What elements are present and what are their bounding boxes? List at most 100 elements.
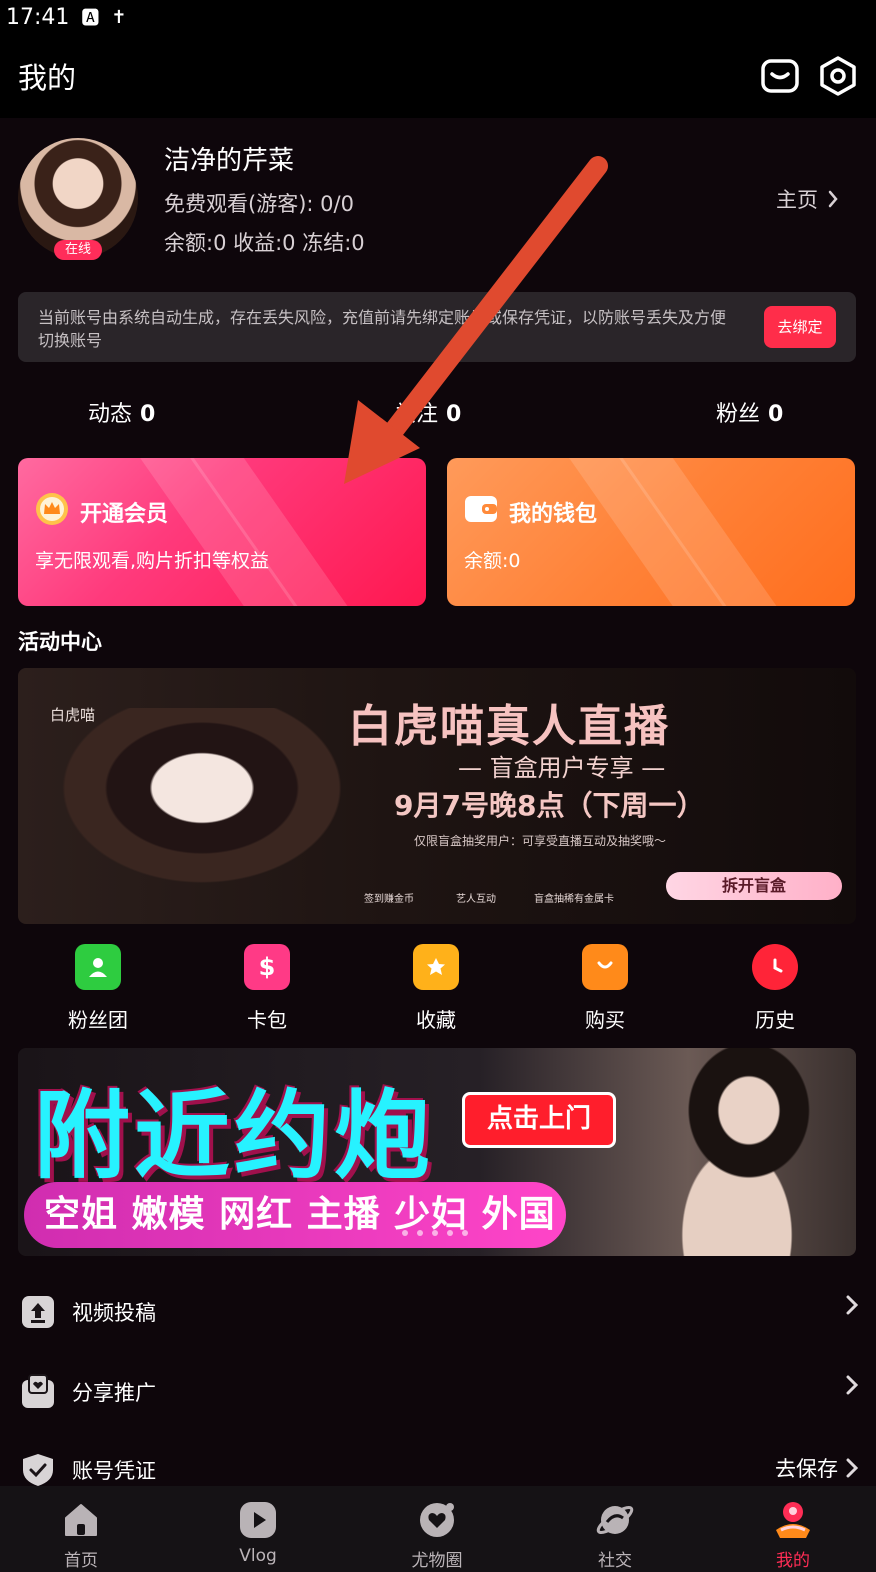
free-watch-count: 免费观看(游客): 0/0 bbox=[164, 192, 354, 216]
wallet-balance: 余额:0 bbox=[464, 550, 521, 572]
ad-tag-bar: 空姐 嫩模 网红 主播 少妇 外国 bbox=[24, 1182, 566, 1248]
tab-home[interactable]: 首页 bbox=[21, 1486, 141, 1571]
vip-title: 开通会员 bbox=[80, 502, 169, 527]
live-stream-banner[interactable]: 白虎喵 白虎喵真人直播 — 盲盒用户专享 — 9月7号晚8点（下周一） 仅限盲盒… bbox=[18, 668, 856, 924]
carousel-dot[interactable] bbox=[462, 1230, 468, 1236]
tab-label: Vlog bbox=[239, 1546, 277, 1566]
stat-label: 关注 bbox=[394, 402, 439, 427]
balance-summary: 余额:0 收益:0 冻结:0 bbox=[164, 231, 365, 255]
carousel-dot[interactable] bbox=[402, 1230, 408, 1236]
banner-feature: 盲盒抽稀有金属卡 bbox=[534, 894, 614, 905]
tab-label: 尤物圈 bbox=[411, 1551, 463, 1571]
tab-label: 首页 bbox=[64, 1551, 98, 1571]
menu-share-promo[interactable]: 分享推广 bbox=[0, 1358, 876, 1428]
tab-vlog[interactable]: Vlog bbox=[198, 1486, 318, 1566]
quick-label: 购买 bbox=[585, 1008, 625, 1032]
homepage-link[interactable]: 主页 bbox=[776, 184, 838, 214]
accessibility-icon: ✝ bbox=[111, 6, 127, 28]
vlog-play-icon bbox=[240, 1502, 276, 1538]
banner-feature: 艺人互动 bbox=[456, 894, 496, 905]
card-pack-icon: $ bbox=[244, 944, 290, 990]
tab-label: 社交 bbox=[598, 1551, 632, 1571]
account-notice: 当前账号由系统自动生成，存在丢失风险，充值前请先绑定账号或保存凭证，以防账号丢失… bbox=[18, 292, 856, 362]
quick-favorites[interactable]: 收藏 bbox=[381, 944, 491, 1033]
menu-chevron bbox=[846, 1295, 858, 1315]
stat-value: 0 bbox=[140, 402, 156, 427]
stat-fans[interactable]: 粉丝 0 bbox=[716, 396, 783, 428]
profile-section: 在线 洁净的芹菜 免费观看(游客): 0/0 余额:0 收益:0 冻结:0 主页 bbox=[18, 138, 858, 260]
username: 洁净的芹菜 bbox=[164, 146, 295, 176]
keyboard-a-icon: 🅰 bbox=[81, 8, 100, 29]
quick-history[interactable]: 历史 bbox=[720, 944, 830, 1033]
tab-community[interactable]: 尤物圈 bbox=[377, 1486, 497, 1571]
page-title: 我的 bbox=[18, 61, 77, 95]
app-header: 我的 bbox=[0, 34, 876, 118]
banner-note: 仅限盲盒抽奖用户：可享受直播互动及抽奖哦～ bbox=[414, 834, 667, 848]
home-icon bbox=[65, 1504, 97, 1536]
carousel-dot[interactable] bbox=[417, 1230, 423, 1236]
quick-card-pack[interactable]: $ 卡包 bbox=[212, 944, 322, 1033]
carousel-dots bbox=[402, 1230, 468, 1236]
menu-label: 分享推广 bbox=[72, 1381, 156, 1405]
quick-purchases[interactable]: 购买 bbox=[550, 944, 660, 1033]
fan-group-icon bbox=[75, 944, 121, 990]
quick-label: 历史 bbox=[755, 1008, 795, 1032]
planet-icon bbox=[596, 1506, 634, 1534]
favorite-icon bbox=[413, 944, 459, 990]
profile-icon bbox=[776, 1502, 810, 1538]
crown-icon bbox=[36, 493, 68, 525]
banner-title: 白虎喵真人直播 bbox=[348, 701, 670, 752]
upload-icon bbox=[22, 1296, 54, 1328]
chevron-right-icon bbox=[846, 1458, 858, 1478]
stat-label: 粉丝 bbox=[716, 402, 761, 427]
notice-text: 当前账号由系统自动生成，存在丢失风险，充值前请先绑定账号或保存凭证，以防账号丢失… bbox=[38, 308, 727, 350]
menu-right-text: 去保存 bbox=[775, 1457, 838, 1481]
banner-date: 9月7号晚8点（下周一） bbox=[394, 789, 705, 822]
tab-label: 我的 bbox=[776, 1551, 810, 1571]
ad-banner[interactable]: 附近约炮 点击上门 空姐 嫩模 网红 主播 少妇 外国 bbox=[18, 1048, 856, 1256]
bind-account-button[interactable]: 去绑定 bbox=[764, 306, 836, 348]
status-bar: 17:41 🅰 ✝ bbox=[0, 0, 876, 34]
quick-label: 粉丝团 bbox=[68, 1008, 128, 1032]
wallet-card[interactable]: 我的钱包 余额:0 bbox=[447, 458, 855, 606]
quick-fan-group[interactable]: 粉丝团 bbox=[43, 944, 153, 1033]
wallet-title: 我的钱包 bbox=[509, 502, 598, 527]
banner-woman-image bbox=[618, 1048, 856, 1256]
stat-following[interactable]: 关注 0 bbox=[394, 396, 461, 428]
settings-icon[interactable] bbox=[818, 56, 858, 96]
stat-value: 0 bbox=[768, 402, 784, 427]
carousel-dot[interactable] bbox=[447, 1230, 453, 1236]
ad-title: 附近约炮 bbox=[34, 1080, 434, 1192]
status-time: 17:41 bbox=[6, 4, 70, 30]
stat-value: 0 bbox=[446, 402, 462, 427]
stats-row: 动态 0 关注 0 粉丝 0 bbox=[0, 396, 876, 436]
wallet-icon bbox=[465, 496, 497, 522]
bottom-tab-bar: 首页 Vlog 尤物圈 社交 我的 bbox=[0, 1486, 876, 1572]
tab-me[interactable]: 我的 bbox=[733, 1486, 853, 1571]
carousel-dot[interactable] bbox=[432, 1230, 438, 1236]
vip-card[interactable]: 开通会员 享无限观看,购片折扣等权益 bbox=[18, 458, 426, 606]
share-icon bbox=[22, 1374, 54, 1408]
heart-circle-icon bbox=[420, 1503, 454, 1537]
menu-chevron bbox=[846, 1375, 858, 1395]
save-credential-link[interactable]: 去保存 bbox=[775, 1453, 858, 1483]
shield-check-icon bbox=[23, 1454, 53, 1486]
chevron-right-icon bbox=[828, 190, 838, 208]
ad-cta-button[interactable]: 点击上门 bbox=[462, 1092, 616, 1148]
history-clock-icon bbox=[752, 944, 798, 990]
quick-actions: 粉丝团 $ 卡包 收藏 购买 历史 bbox=[0, 944, 876, 1036]
quick-label: 卡包 bbox=[247, 1008, 287, 1032]
menu-label: 视频投稿 bbox=[72, 1301, 156, 1325]
message-icon[interactable] bbox=[760, 56, 800, 96]
open-blind-box-button[interactable]: 拆开盲盒 bbox=[666, 872, 842, 900]
banner-figure-image bbox=[58, 708, 378, 908]
vip-subtitle: 享无限观看,购片折扣等权益 bbox=[35, 550, 270, 572]
chevron-right-icon bbox=[846, 1295, 858, 1315]
stat-posts[interactable]: 动态 0 bbox=[88, 396, 155, 428]
homepage-label: 主页 bbox=[776, 188, 818, 212]
online-badge: 在线 bbox=[54, 240, 102, 260]
stat-label: 动态 bbox=[88, 402, 133, 427]
menu-video-upload[interactable]: 视频投稿 bbox=[0, 1278, 876, 1348]
banner-feature: 签到赚金币 bbox=[364, 894, 414, 905]
tab-social[interactable]: 社交 bbox=[555, 1486, 675, 1571]
